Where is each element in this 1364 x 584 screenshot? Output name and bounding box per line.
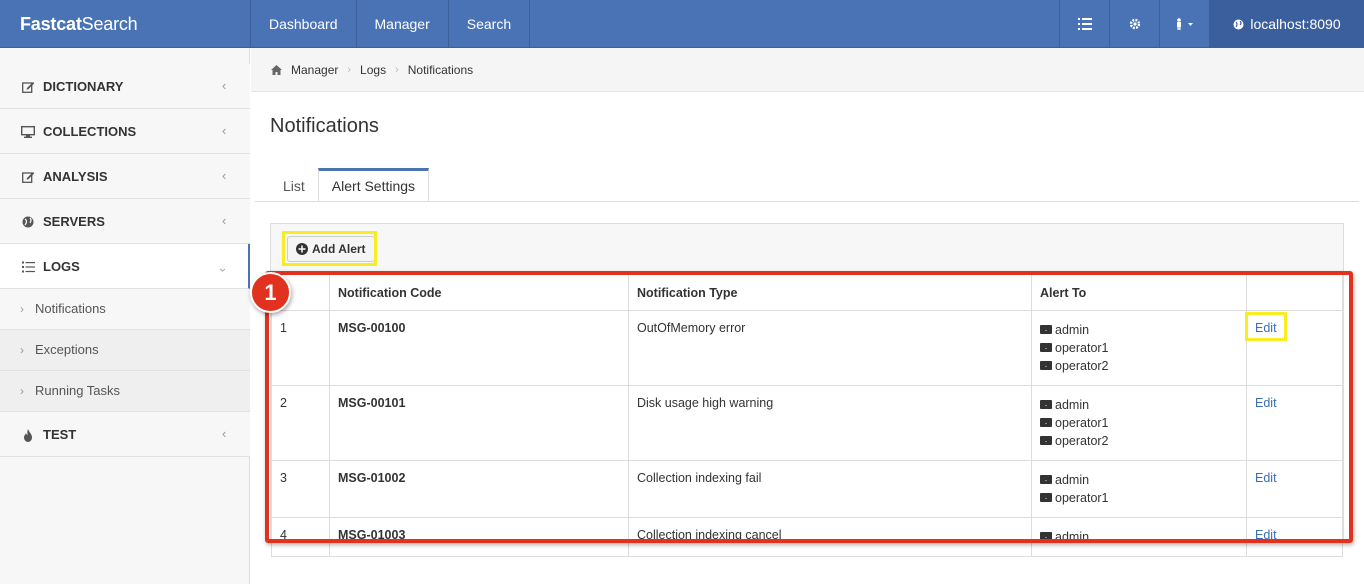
- globe-icon: [20, 214, 36, 230]
- sidebar-subitem-running-tasks[interactable]: › Running Tasks: [0, 371, 250, 412]
- breadcrumb-separator: ›: [347, 63, 352, 76]
- host-label: localhost:8090: [1250, 16, 1341, 32]
- sidebar-subitem-notifications[interactable]: › Notifications: [0, 289, 250, 330]
- nav-dashboard[interactable]: Dashboard: [251, 0, 357, 48]
- sidebar-label: COLLECTIONS: [43, 124, 137, 139]
- breadcrumb-separator: ›: [395, 63, 399, 76]
- page-title: Notifications: [270, 115, 379, 137]
- sidebar-item-servers[interactable]: SERVERS ‹: [0, 199, 250, 244]
- sidebar-sub-label: Notifications: [35, 301, 106, 316]
- user-menu-icon[interactable]: [1159, 0, 1209, 48]
- sidebar-label: ANALYSIS: [43, 169, 108, 184]
- chevron-right-icon: ›: [20, 302, 24, 316]
- brand-light: Search: [81, 14, 138, 34]
- chevron-left-icon: ‹: [222, 123, 227, 138]
- globe-icon: [1233, 19, 1244, 29]
- top-nav: Dashboard Manager Search: [250, 0, 531, 48]
- highlight-table: [265, 271, 1353, 543]
- tab-divider: [255, 201, 1359, 202]
- annotation-badge: 1: [250, 272, 291, 313]
- chevron-left-icon: ‹: [222, 78, 227, 93]
- sidebar-sub-label: Exceptions: [35, 342, 99, 357]
- nav-manager[interactable]: Manager: [357, 0, 449, 48]
- chevron-right-icon: ›: [20, 343, 24, 357]
- sidebar-sub-label: Running Tasks: [35, 383, 121, 398]
- brand-bold: Fastcat: [20, 14, 82, 34]
- list-icon: [20, 259, 36, 275]
- sidebar-item-collections[interactable]: COLLECTIONS ‹: [0, 109, 250, 154]
- top-navbar: FastcatSearch Dashboard Manager Search l…: [0, 0, 1364, 48]
- sidebar-subitem-exceptions[interactable]: › Exceptions: [0, 330, 250, 371]
- breadcrumb-logs[interactable]: Logs: [360, 63, 386, 77]
- gear-icon[interactable]: [1109, 0, 1159, 48]
- breadcrumb: Manager › Logs › Notifications: [251, 48, 1364, 92]
- desktop-icon: [20, 124, 36, 140]
- sidebar-label: LOGS: [43, 259, 80, 274]
- nav-search[interactable]: Search: [449, 0, 531, 48]
- home-icon[interactable]: [271, 64, 282, 75]
- chevron-down-icon: ‹: [215, 268, 229, 272]
- top-right-controls: localhost:8090: [1059, 0, 1364, 48]
- sidebar: DICTIONARY ‹ COLLECTIONS ‹ ANALYSIS ‹ SE…: [0, 48, 250, 584]
- chevron-left-icon: ‹: [222, 168, 227, 183]
- chevron-right-icon: ›: [20, 384, 24, 398]
- sidebar-item-analysis[interactable]: ANALYSIS ‹: [0, 154, 250, 199]
- chevron-left-icon: ‹: [222, 213, 227, 228]
- chevron-left-icon: ‹: [222, 426, 227, 441]
- list-icon[interactable]: [1059, 0, 1109, 48]
- tab-bar: List Alert Settings: [270, 168, 430, 202]
- sidebar-item-logs[interactable]: LOGS ‹: [0, 244, 250, 289]
- sidebar-item-dictionary[interactable]: DICTIONARY ‹: [0, 64, 250, 109]
- tab-alert-settings[interactable]: Alert Settings: [317, 168, 430, 202]
- sidebar-label: TEST: [43, 427, 77, 442]
- sidebar-item-test[interactable]: TEST ‹: [0, 412, 250, 457]
- highlight-add-alert: [282, 231, 377, 266]
- fire-icon: [20, 427, 36, 443]
- edit-icon: [20, 169, 36, 185]
- brand-logo[interactable]: FastcatSearch: [0, 0, 250, 48]
- sidebar-label: DICTIONARY: [43, 79, 124, 94]
- tab-list[interactable]: List: [270, 168, 318, 202]
- panel-toolbar: Add Alert: [271, 224, 1343, 274]
- server-host[interactable]: localhost:8090: [1209, 0, 1364, 48]
- sidebar-label: SERVERS: [43, 214, 105, 229]
- edit-icon: [20, 79, 36, 95]
- breadcrumb-notifications: Notifications: [407, 62, 474, 77]
- breadcrumb-manager[interactable]: Manager: [291, 63, 338, 77]
